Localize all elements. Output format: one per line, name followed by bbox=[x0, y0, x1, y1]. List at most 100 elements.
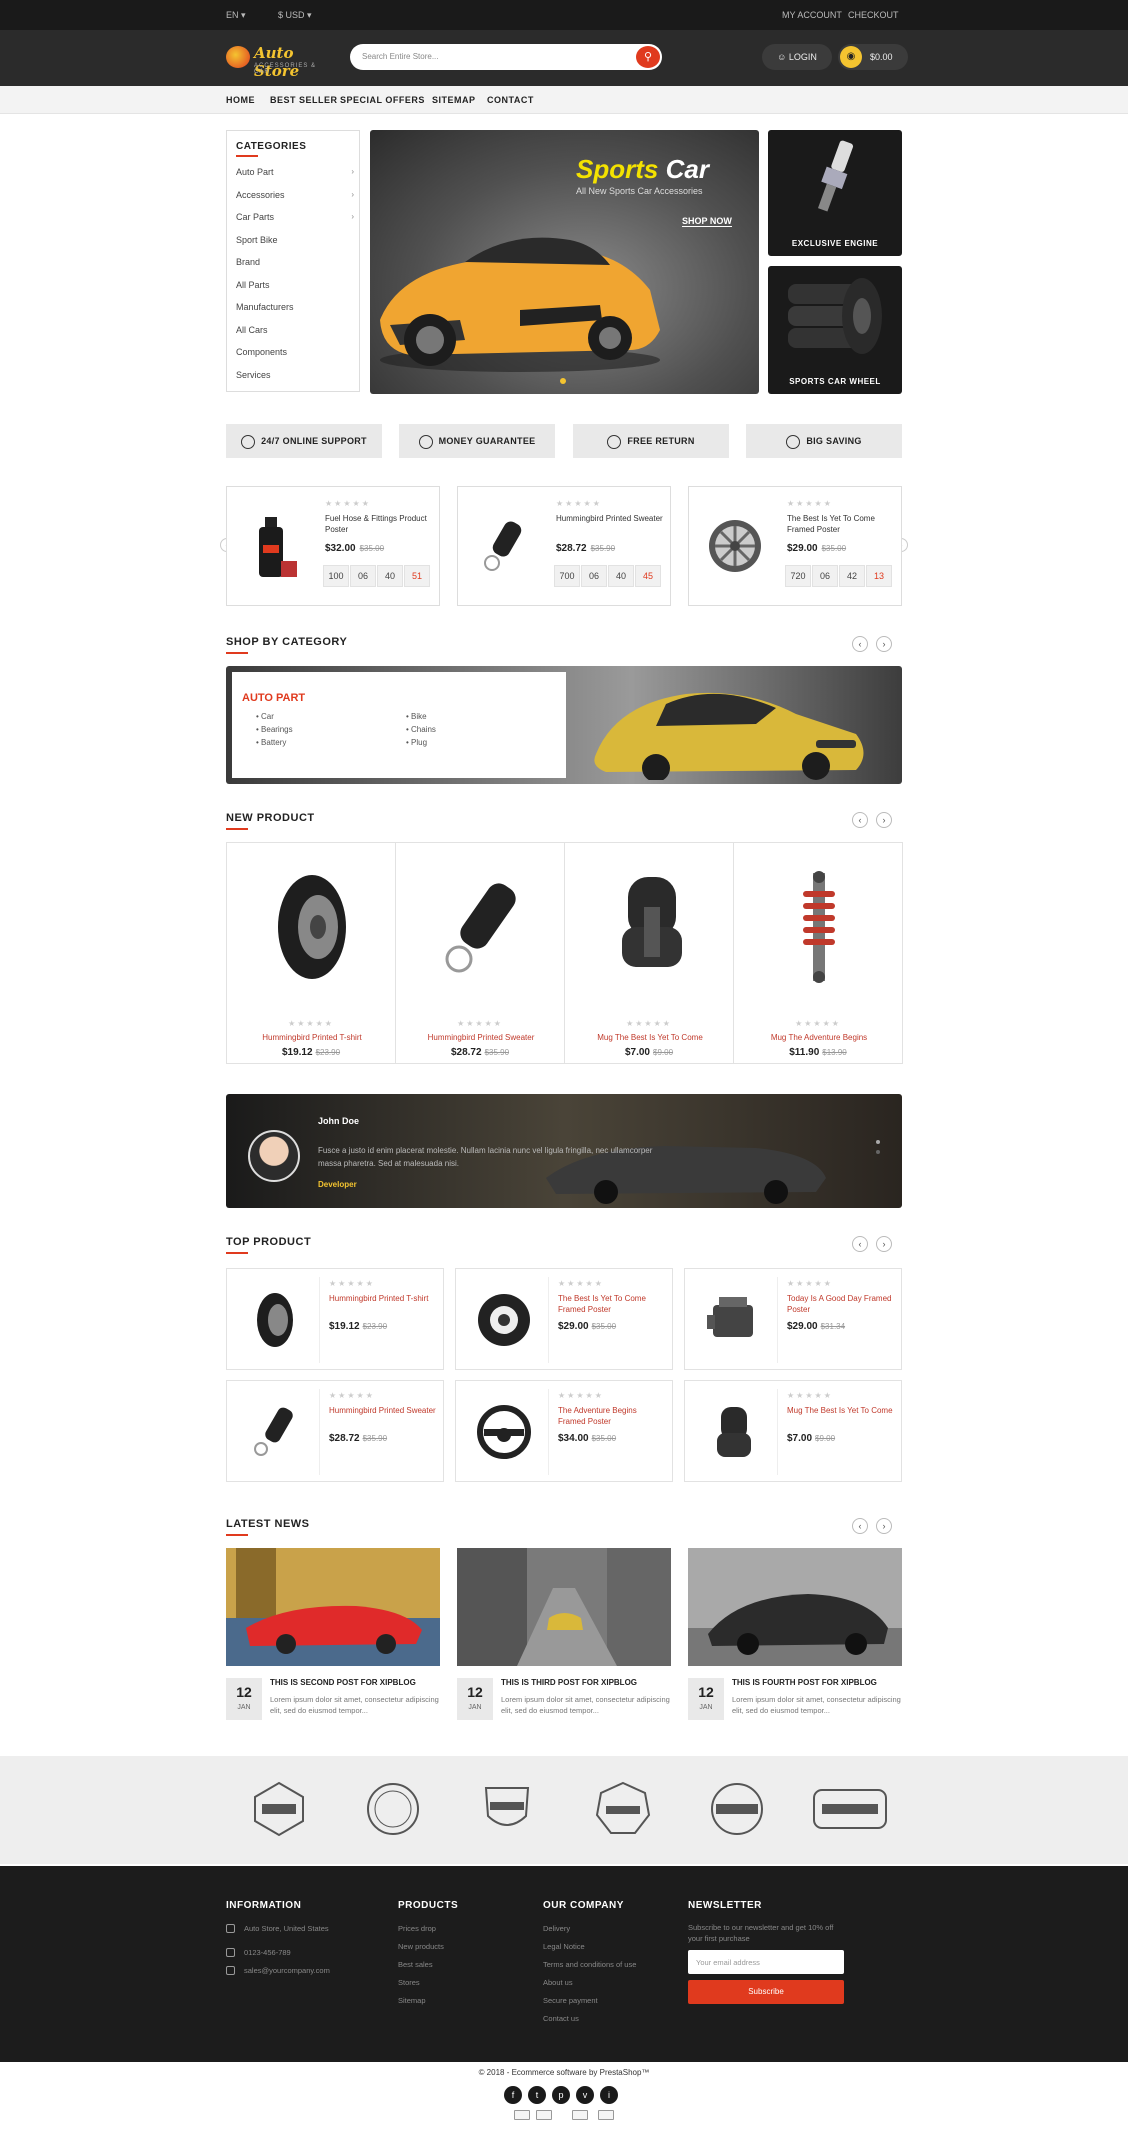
newsletter-email-input[interactable]: Your email address bbox=[688, 1950, 844, 1974]
product-name[interactable]: The Best Is Yet To Come Framed Poster bbox=[558, 1293, 666, 1315]
category-link[interactable]: • Bike bbox=[406, 712, 427, 721]
product-image[interactable] bbox=[245, 1289, 305, 1351]
product-card[interactable]: ★★★★★ Hummingbird Printed T-shirt $19.12 $2… bbox=[226, 842, 396, 1064]
product-name[interactable]: Hummingbird Printed Sweater bbox=[556, 513, 664, 524]
category-item[interactable]: Manufacturers bbox=[236, 302, 354, 312]
category-link[interactable]: • Plug bbox=[406, 738, 427, 747]
category-next-arrow[interactable]: › bbox=[876, 636, 892, 652]
news-card[interactable]: 12 JAN THIS IS SECOND POST FOR XIPBLOG Lore… bbox=[226, 1548, 440, 1720]
login-button[interactable]: ☺ LOGIN bbox=[762, 44, 832, 70]
product-image[interactable] bbox=[703, 511, 767, 581]
search-bar[interactable]: Search Entire Store... ⚲ bbox=[350, 44, 662, 70]
side-banner-engine[interactable]: EXCLUSIVE ENGINE bbox=[768, 130, 902, 256]
nav-special-offers[interactable]: SPECIAL OFFERS bbox=[340, 95, 425, 105]
product-image[interactable] bbox=[431, 867, 531, 987]
product-name[interactable]: Mug The Adventure Begins bbox=[740, 1033, 898, 1042]
news-next-arrow[interactable]: › bbox=[876, 1518, 892, 1534]
product-card[interactable]: ★★★★★ The Best Is Yet To Come Framed Post… bbox=[455, 1268, 673, 1370]
language-selector[interactable]: EN ▾ bbox=[226, 10, 246, 21]
footer-link[interactable]: Secure payment bbox=[543, 1996, 598, 2005]
logo[interactable]: Auto Store ACCESSORIES & CAR bbox=[226, 42, 330, 80]
instagram-icon[interactable]: i bbox=[600, 2086, 618, 2104]
product-image[interactable] bbox=[472, 511, 536, 581]
brand-logo-circle[interactable] bbox=[364, 1780, 422, 1838]
slider-dot[interactable] bbox=[560, 378, 566, 384]
category-link[interactable]: • Battery bbox=[256, 738, 286, 747]
footer-link[interactable]: Terms and conditions of use bbox=[543, 1960, 636, 1969]
news-title[interactable]: THIS IS THIRD POST FOR XIPBLOG bbox=[501, 1678, 671, 1687]
product-card[interactable]: ★★★★★ Mug The Best Is Yet To Come $7.00 $9.… bbox=[564, 842, 734, 1064]
category-link[interactable]: • Bearings bbox=[256, 725, 293, 734]
footer-link[interactable]: Delivery bbox=[543, 1924, 570, 1933]
top-product-next-arrow[interactable]: › bbox=[876, 1236, 892, 1252]
nav-sitemap[interactable]: SITEMAP bbox=[432, 95, 476, 105]
shop-by-category-banner[interactable]: AUTO PART • Car • Bearings • Battery • B… bbox=[226, 666, 902, 784]
product-image[interactable] bbox=[474, 1401, 534, 1463]
product-name[interactable]: Hummingbird Printed T-shirt bbox=[329, 1293, 437, 1304]
news-image[interactable] bbox=[226, 1548, 440, 1666]
product-name[interactable]: Mug The Best Is Yet To Come bbox=[571, 1033, 729, 1042]
cart-button[interactable]: ◉ $0.00 bbox=[838, 44, 908, 70]
news-card[interactable]: 12 JAN THIS IS THIRD POST FOR XIPBLOG Lorem… bbox=[457, 1548, 671, 1720]
deal-card[interactable]: ★★★★★ Fuel Hose & Fittings Product Poster… bbox=[226, 486, 440, 606]
twitter-icon[interactable]: t bbox=[528, 2086, 546, 2104]
news-image[interactable] bbox=[688, 1548, 902, 1666]
product-card[interactable]: ★★★★★ Mug The Adventure Begins $11.90 $13.9… bbox=[733, 842, 903, 1064]
hero-slider[interactable]: Sports Car All New Sports Car Accessorie… bbox=[370, 130, 759, 394]
facebook-icon[interactable]: f bbox=[504, 2086, 522, 2104]
deal-card[interactable]: ★★★★★ The Best Is Yet To Come Framed Post… bbox=[688, 486, 902, 606]
nav-best-seller[interactable]: BEST SELLER bbox=[270, 95, 338, 105]
product-image[interactable] bbox=[241, 511, 305, 581]
subscribe-button[interactable]: Subscribe bbox=[688, 1980, 844, 2004]
brand-logo-hexagon[interactable] bbox=[250, 1780, 308, 1838]
product-image[interactable] bbox=[703, 1289, 763, 1351]
category-prev-arrow[interactable]: ‹ bbox=[852, 636, 868, 652]
nav-contact[interactable]: CONTACT bbox=[487, 95, 534, 105]
category-item[interactable]: All Cars bbox=[236, 325, 354, 335]
news-title[interactable]: THIS IS FOURTH POST FOR XIPBLOG bbox=[732, 1678, 902, 1687]
footer-link[interactable]: Prices drop bbox=[398, 1924, 436, 1933]
product-image[interactable] bbox=[262, 867, 362, 987]
brand-logo-shield[interactable] bbox=[478, 1780, 536, 1838]
product-card[interactable]: ★★★★★ Hummingbird Printed Sweater $28.72 $3… bbox=[226, 1380, 444, 1482]
footer-link[interactable]: Best sales bbox=[398, 1960, 433, 1969]
product-name[interactable]: Hummingbird Printed Sweater bbox=[329, 1405, 437, 1416]
footer-link[interactable]: About us bbox=[543, 1978, 573, 1987]
footer-link[interactable]: Contact us bbox=[543, 2014, 579, 2023]
product-image[interactable] bbox=[703, 1401, 763, 1463]
news-card[interactable]: 12 JAN THIS IS FOURTH POST FOR XIPBLOG Lore… bbox=[688, 1548, 902, 1720]
top-product-prev-arrow[interactable]: ‹ bbox=[852, 1236, 868, 1252]
news-title[interactable]: THIS IS SECOND POST FOR XIPBLOG bbox=[270, 1678, 440, 1687]
testimonial-dot[interactable] bbox=[876, 1140, 880, 1144]
side-banner-wheel[interactable]: SPORTS CAR WHEEL bbox=[768, 266, 902, 394]
deal-card[interactable]: ★★★★★ Hummingbird Printed Sweater $28.72 $3… bbox=[457, 486, 671, 606]
footer-link[interactable]: Legal Notice bbox=[543, 1942, 585, 1951]
product-card[interactable]: ★★★★★ Today Is A Good Day Framed Poster $2… bbox=[684, 1268, 902, 1370]
category-link[interactable]: • Chains bbox=[406, 725, 436, 734]
checkout-link[interactable]: CHECKOUT bbox=[848, 10, 899, 20]
product-image[interactable] bbox=[769, 867, 869, 987]
category-item[interactable]: Services bbox=[236, 370, 354, 380]
brand-logo-round[interactable] bbox=[708, 1780, 766, 1838]
product-name[interactable]: Today Is A Good Day Framed Poster bbox=[787, 1293, 895, 1315]
my-account-link[interactable]: MY ACCOUNT bbox=[782, 10, 842, 20]
category-item[interactable]: Components bbox=[236, 347, 354, 357]
product-card[interactable]: ★★★★★ Hummingbird Printed Sweater $28.72 $3… bbox=[395, 842, 565, 1064]
footer-link[interactable]: Sitemap bbox=[398, 1996, 426, 2005]
product-image[interactable] bbox=[245, 1401, 305, 1463]
currency-selector[interactable]: $ USD ▾ bbox=[278, 10, 312, 21]
product-name[interactable]: Fuel Hose & Fittings Product Poster bbox=[325, 513, 433, 535]
category-item[interactable]: Auto Part › bbox=[236, 167, 354, 177]
brand-logo-badge[interactable] bbox=[594, 1780, 652, 1838]
search-button[interactable]: ⚲ bbox=[636, 46, 660, 68]
vimeo-icon[interactable]: v bbox=[576, 2086, 594, 2104]
category-item[interactable]: Brand bbox=[236, 257, 354, 267]
category-link[interactable]: • Car bbox=[256, 712, 274, 721]
footer-email[interactable]: sales@yourcompany.com bbox=[244, 1966, 330, 1975]
news-prev-arrow[interactable]: ‹ bbox=[852, 1518, 868, 1534]
brand-logo-rect[interactable] bbox=[810, 1780, 890, 1838]
product-image[interactable] bbox=[600, 867, 700, 987]
product-image[interactable] bbox=[474, 1289, 534, 1351]
search-input[interactable]: Search Entire Store... bbox=[362, 52, 438, 61]
new-product-next-arrow[interactable]: › bbox=[876, 812, 892, 828]
